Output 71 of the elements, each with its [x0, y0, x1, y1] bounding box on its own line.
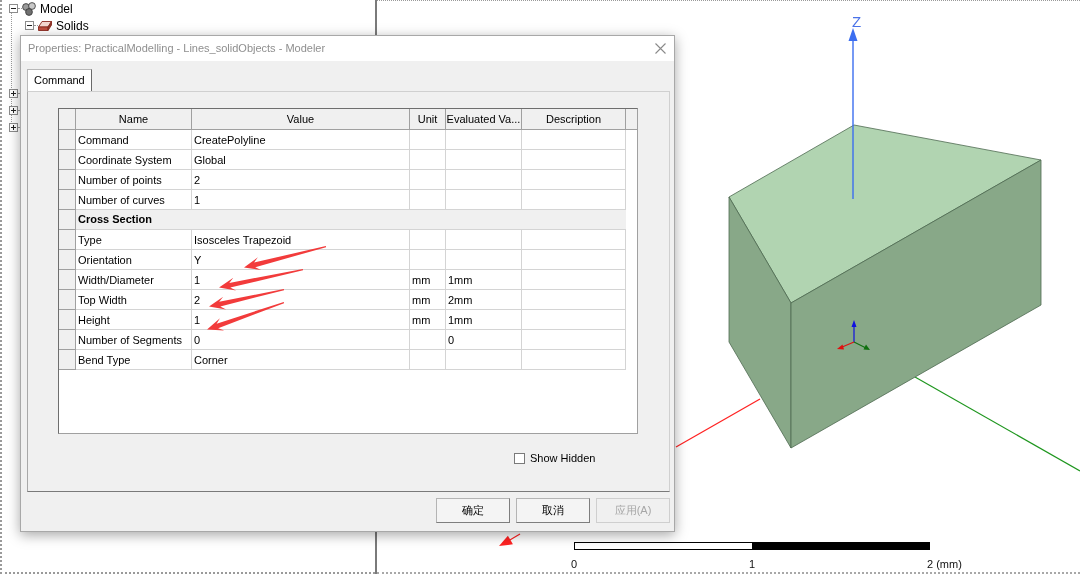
scale-label: 1	[748, 558, 756, 570]
row-selector[interactable]	[59, 130, 76, 150]
scale-label: 0	[570, 558, 578, 570]
table-cell[interactable]: 1	[192, 272, 203, 287]
table-cell-text: 1mm	[447, 312, 474, 327]
table-cell-text: 2mm	[447, 292, 474, 307]
table-cell[interactable]: 2	[192, 292, 203, 307]
row-selector[interactable]	[59, 350, 76, 370]
checkbox-label[interactable]: Show Hidden	[530, 449, 596, 467]
collapse-toggle-icon[interactable]	[9, 4, 18, 13]
slab-icon	[38, 20, 52, 31]
table-cell[interactable]: Global	[192, 152, 228, 167]
table-cell[interactable]: CreatePolyline	[192, 132, 268, 147]
table-cell[interactable]: Corner	[192, 352, 230, 367]
table-cell-text: Bend Type	[77, 352, 132, 367]
table-cell-text: mm	[411, 272, 432, 287]
row-selector[interactable]	[59, 190, 76, 210]
window-title: Properties: PracticalModelling - Lines_solidObjects - Modeler	[28, 41, 326, 57]
table-cell-text: mm	[411, 312, 432, 327]
table-cell-text: Top Width	[77, 292, 128, 307]
row-selector[interactable]	[59, 330, 76, 350]
table-cell[interactable]: 1	[192, 192, 203, 207]
table-cell-text: Command	[77, 132, 130, 147]
dialog-button[interactable]: 取消	[516, 498, 590, 523]
row-selector[interactable]	[59, 230, 76, 250]
table-cell-text: 1mm	[447, 272, 474, 287]
axis-label: Z	[852, 13, 862, 30]
tree-item[interactable]: Solids	[56, 18, 89, 33]
row-selector[interactable]	[59, 150, 76, 170]
column-header[interactable]: Evaluated Va...	[446, 109, 522, 130]
table-cell-text: mm	[411, 292, 432, 307]
header-filler	[626, 109, 637, 130]
column-header[interactable]: Description	[522, 109, 626, 130]
table-cell-text: Type	[77, 232, 103, 247]
row-selector[interactable]	[59, 170, 76, 190]
table-cell[interactable]: Y	[192, 252, 204, 267]
table-cell-text: Height	[77, 312, 111, 327]
grid-corner	[59, 109, 76, 130]
column-header[interactable]: Name	[76, 109, 192, 130]
tree-item[interactable]: Model	[40, 1, 73, 16]
table-cell[interactable]: 1	[192, 312, 203, 327]
row-selector[interactable]	[59, 290, 76, 310]
collapse-toggle-icon[interactable]	[25, 21, 34, 30]
table-cell-text: Width/Diameter	[77, 272, 155, 287]
expand-toggle-icon[interactable]	[9, 89, 18, 98]
axis-triad-icon	[837, 320, 870, 350]
table-cell-text: Number of curves	[77, 192, 166, 207]
section-header[interactable]: Cross Section	[76, 210, 626, 230]
row-selector[interactable]	[59, 270, 76, 290]
scale-label: 2 (mm)	[927, 558, 962, 570]
table-cell-text: Coordinate System	[77, 152, 173, 167]
row-selector[interactable]	[59, 210, 76, 230]
expand-toggle-icon[interactable]	[9, 106, 18, 115]
expand-toggle-icon[interactable]	[9, 123, 18, 132]
table-cell-text: Number of Segments	[77, 332, 183, 347]
dialog-button[interactable]: 确定	[436, 498, 510, 523]
table-cell[interactable]: 0	[192, 332, 203, 347]
row-selector[interactable]	[59, 310, 76, 330]
checkbox[interactable]	[514, 452, 525, 464]
table-cell-text: 0	[447, 332, 456, 347]
tab[interactable]: Command	[27, 69, 92, 91]
column-header[interactable]: Value	[192, 109, 410, 130]
close-button[interactable]	[653, 41, 667, 56]
close-icon	[654, 43, 666, 54]
table-cell-text: Number of points	[77, 172, 163, 187]
table-cell[interactable]: Isosceles Trapezoid	[192, 232, 294, 247]
table-cell[interactable]: 2	[192, 172, 203, 187]
table-cell-text: Orientation	[77, 252, 133, 267]
row-selector[interactable]	[59, 250, 76, 270]
column-header[interactable]: Unit	[410, 109, 446, 130]
axis-arrow	[499, 533, 521, 546]
